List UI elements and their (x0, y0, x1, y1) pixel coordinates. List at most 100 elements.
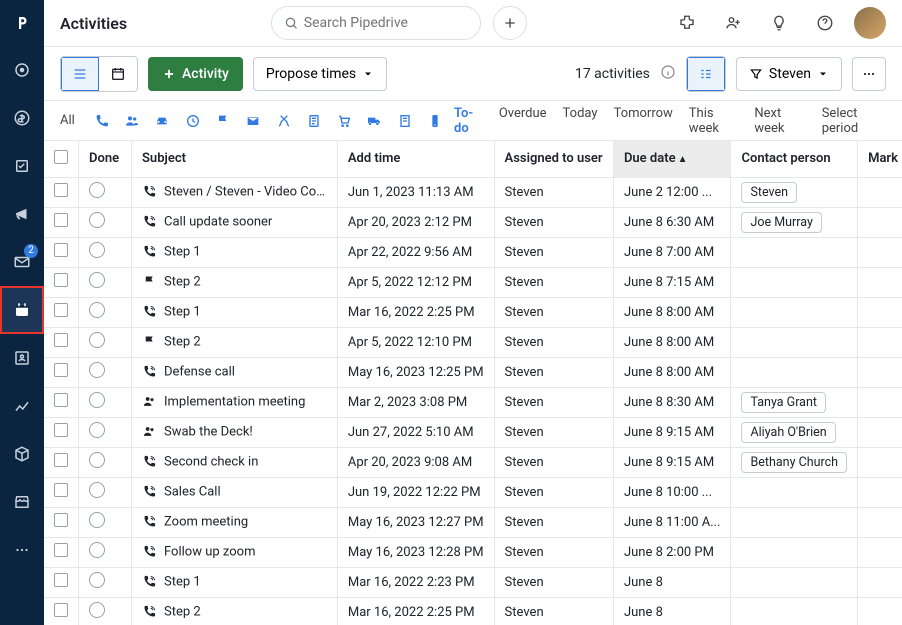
row-done[interactable] (79, 267, 132, 297)
col-done[interactable]: Done (79, 141, 132, 177)
row-select[interactable] (44, 237, 79, 267)
table-row[interactable]: Swab the Deck!Jun 27, 2022 5:10 AMSteven… (44, 417, 902, 447)
row-subject[interactable]: Implementation meeting (132, 387, 338, 417)
type-email-icon[interactable] (242, 109, 264, 133)
table-row[interactable]: Step 1Apr 22, 2022 9:56 AMStevenJune 8 7… (44, 237, 902, 267)
nav-projects[interactable] (0, 142, 44, 190)
propose-times-button[interactable]: Propose times (253, 57, 387, 91)
row-select[interactable] (44, 207, 79, 237)
user-avatar[interactable] (854, 7, 886, 39)
row-done[interactable] (79, 357, 132, 387)
col-mark[interactable]: Mark (858, 141, 902, 177)
table-row[interactable]: Second check inApr 20, 2023 9:08 AMSteve… (44, 447, 902, 477)
type-phone-icon[interactable] (424, 109, 446, 133)
nav-products[interactable] (0, 430, 44, 478)
row-select[interactable] (44, 537, 79, 567)
global-search[interactable] (271, 6, 481, 40)
row-contact[interactable] (731, 237, 858, 267)
period-overdue[interactable]: Overdue (499, 106, 547, 136)
help-icon[interactable] (808, 6, 842, 40)
row-done[interactable] (79, 417, 132, 447)
row-subject[interactable]: Sales Call (132, 477, 338, 507)
row-contact[interactable]: Steven (731, 177, 858, 207)
row-contact[interactable] (731, 297, 858, 327)
row-subject[interactable]: Step 2 (132, 327, 338, 357)
table-row[interactable]: Follow up zoomMay 16, 2023 12:28 PMSteve… (44, 537, 902, 567)
search-input[interactable] (304, 15, 468, 31)
period-today[interactable]: Today (563, 106, 598, 136)
table-row[interactable]: Step 2Apr 5, 2022 12:10 PMStevenJune 8 8… (44, 327, 902, 357)
table-row[interactable]: Zoom meetingMay 16, 2023 12:27 PMStevenJ… (44, 507, 902, 537)
row-select[interactable] (44, 447, 79, 477)
row-select[interactable] (44, 177, 79, 207)
nav-activities[interactable] (0, 286, 44, 334)
add-activity-button[interactable]: Activity (148, 57, 243, 91)
table-row[interactable]: Defense callMay 16, 2023 12:25 PMStevenJ… (44, 357, 902, 387)
row-done[interactable] (79, 237, 132, 267)
pipedrive-logo[interactable] (0, 0, 44, 46)
row-subject[interactable]: Step 1 (132, 567, 338, 597)
row-subject[interactable]: Swab the Deck! (132, 417, 338, 447)
type-deadline-icon[interactable] (182, 109, 204, 133)
table-row[interactable]: Step 2Apr 5, 2022 12:12 PMStevenJune 8 7… (44, 267, 902, 297)
col-subject[interactable]: Subject (132, 141, 338, 177)
col-select[interactable] (44, 141, 79, 177)
extensions-icon[interactable] (670, 6, 704, 40)
row-subject[interactable]: Step 1 (132, 297, 338, 327)
row-done[interactable] (79, 447, 132, 477)
table-row[interactable]: Step 1Mar 16, 2022 2:23 PMStevenJune 8 (44, 567, 902, 597)
list-view-toggle[interactable] (61, 57, 99, 91)
row-subject[interactable]: Steven / Steven - Video Con... (132, 177, 338, 207)
type-note-icon[interactable] (393, 109, 415, 133)
period-select-period[interactable]: Select period (822, 106, 886, 136)
nav-more[interactable] (0, 526, 44, 574)
row-done[interactable] (79, 387, 132, 417)
row-contact[interactable] (731, 327, 858, 357)
table-row[interactable]: Step 2Mar 16, 2022 2:25 PMStevenJune 8 (44, 597, 902, 625)
row-subject[interactable]: Follow up zoom (132, 537, 338, 567)
type-car-icon[interactable] (151, 109, 173, 133)
col-contact[interactable]: Contact person (731, 141, 858, 177)
col-assigned[interactable]: Assigned to user (494, 141, 613, 177)
row-contact[interactable] (731, 267, 858, 297)
row-contact[interactable] (731, 537, 858, 567)
row-done[interactable] (79, 537, 132, 567)
row-select[interactable] (44, 387, 79, 417)
row-select[interactable] (44, 507, 79, 537)
info-icon[interactable] (660, 64, 676, 84)
row-contact[interactable] (731, 597, 858, 625)
type-meeting-icon[interactable] (121, 109, 143, 133)
type-task-icon[interactable] (303, 109, 325, 133)
filter-all[interactable]: All (60, 113, 75, 128)
row-done[interactable] (79, 327, 132, 357)
nav-insights[interactable] (0, 382, 44, 430)
row-done[interactable] (79, 177, 132, 207)
row-select[interactable] (44, 417, 79, 447)
row-contact[interactable]: Tanya Grant (731, 387, 858, 417)
row-contact[interactable] (731, 357, 858, 387)
table-row[interactable]: Call update soonerApr 20, 2023 2:12 PMSt… (44, 207, 902, 237)
type-lunch-icon[interactable] (272, 109, 294, 133)
add-button[interactable] (493, 6, 527, 40)
compact-view[interactable] (687, 57, 725, 91)
tips-icon[interactable] (762, 6, 796, 40)
row-contact[interactable] (731, 477, 858, 507)
table-row[interactable]: Sales CallJun 19, 2022 12:22 PMStevenJun… (44, 477, 902, 507)
nav-contacts[interactable] (0, 334, 44, 382)
row-subject[interactable]: Step 2 (132, 267, 338, 297)
row-select[interactable] (44, 297, 79, 327)
more-options-button[interactable] (852, 57, 886, 91)
row-contact[interactable]: Bethany Church (731, 447, 858, 477)
row-select[interactable] (44, 357, 79, 387)
table-row[interactable]: Step 1Mar 16, 2022 2:25 PMStevenJune 8 8… (44, 297, 902, 327)
table-row[interactable]: Implementation meetingMar 2, 2023 3:08 P… (44, 387, 902, 417)
row-subject[interactable]: Zoom meeting (132, 507, 338, 537)
row-select[interactable] (44, 327, 79, 357)
row-subject[interactable]: Call update sooner (132, 207, 338, 237)
row-done[interactable] (79, 597, 132, 625)
type-truck-icon[interactable] (363, 109, 385, 133)
row-done[interactable] (79, 207, 132, 237)
invite-icon[interactable] (716, 6, 750, 40)
row-done[interactable] (79, 297, 132, 327)
nav-marketplace[interactable] (0, 478, 44, 526)
